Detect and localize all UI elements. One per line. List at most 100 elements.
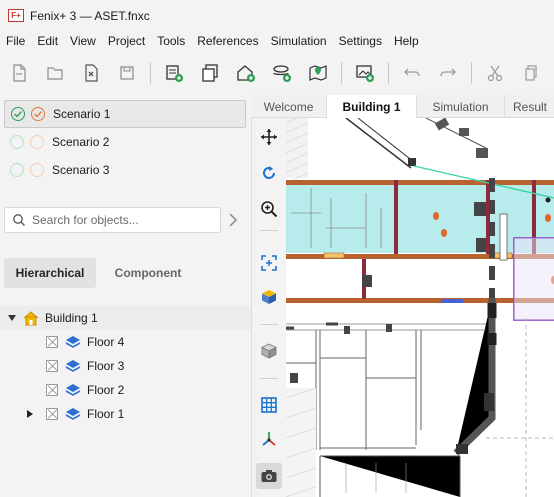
zoom-button[interactable] [256, 196, 282, 222]
visibility-checkbox[interactable] [46, 360, 58, 372]
move-icon [261, 129, 277, 145]
chevron-right-icon[interactable] [25, 409, 35, 419]
app-logo: F+ [8, 9, 24, 22]
undo-icon [404, 68, 420, 77]
cut-icon [487, 65, 503, 82]
search-icon [13, 214, 25, 226]
tree-item-floor[interactable]: Floor 1 [0, 402, 251, 426]
circle-icon [10, 135, 24, 149]
tab-building-1[interactable]: Building 1 [327, 95, 417, 119]
copy-button[interactable] [518, 60, 544, 86]
chevron-right-icon[interactable] [227, 212, 239, 228]
add-image-icon [356, 65, 374, 82]
toolbar-separator [150, 62, 151, 84]
menu-references[interactable]: References [191, 34, 264, 48]
toolbar-separator [341, 62, 342, 84]
scenario-label: Scenario 3 [52, 163, 110, 177]
box-color-button[interactable] [256, 284, 282, 310]
tree-item-floor[interactable]: Floor 2 [0, 378, 251, 402]
save-button[interactable] [114, 60, 140, 86]
circle-icon [30, 163, 44, 177]
toolstrip-separator [260, 378, 278, 379]
toolstrip-separator [260, 230, 278, 231]
tree-label-floor: Floor 4 [87, 335, 125, 349]
scenario-item-3[interactable]: Scenario 3 [4, 156, 246, 184]
rotate-icon [263, 166, 275, 179]
add-building-button[interactable] [161, 60, 187, 86]
add-image-button[interactable] [352, 60, 378, 86]
tree-item-floor[interactable]: Floor 4 [0, 330, 251, 354]
axes-button[interactable] [256, 426, 282, 452]
camera-button[interactable] [256, 463, 282, 489]
rotate-button[interactable] [256, 160, 282, 186]
tab-simulation[interactable]: Simulation [417, 95, 505, 118]
map-pin-button[interactable] [305, 60, 331, 86]
close-file-button[interactable] [78, 60, 104, 86]
layers-icon [65, 408, 81, 420]
axes-icon [262, 432, 276, 446]
save-icon [120, 66, 134, 80]
tree-item-floor[interactable]: Floor 3 [0, 354, 251, 378]
menu-project[interactable]: Project [102, 34, 151, 48]
tab-hierarchical[interactable]: Hierarchical [4, 258, 96, 288]
scenario-item-1[interactable]: Scenario 1 [4, 100, 246, 128]
menu-simulation[interactable]: Simulation [265, 34, 333, 48]
floor-plan-canvas[interactable] [286, 118, 554, 497]
box-gray-button[interactable] [256, 338, 282, 364]
check-circle-icon [31, 107, 45, 121]
new-file-button[interactable] [6, 60, 32, 86]
tab-component[interactable]: Component [102, 258, 194, 288]
view-toolstrip [251, 118, 286, 497]
menu-edit[interactable]: Edit [31, 34, 64, 48]
visibility-checkbox[interactable] [46, 384, 58, 396]
menu-tools[interactable]: Tools [151, 34, 191, 48]
menu-bar: File Edit View Project Tools References … [0, 31, 554, 51]
layers-icon [65, 336, 81, 348]
copy-icon [525, 65, 537, 81]
fit-view-button[interactable] [256, 250, 282, 276]
search-input[interactable] [32, 213, 212, 227]
chevron-down-icon[interactable] [7, 313, 17, 323]
tree-label-floor: Floor 3 [87, 359, 125, 373]
window-title: Fenix+ 3 — ASET.fnxc [30, 8, 150, 23]
close-file-icon [85, 64, 98, 82]
check-circle-icon [11, 107, 25, 121]
open-file-button[interactable] [42, 60, 68, 86]
scenario-label: Scenario 1 [53, 107, 111, 121]
redo-icon [440, 68, 456, 77]
left-panel: Scenario 1 Scenario 2 Scenario 3 Hierarc… [0, 95, 251, 497]
visibility-checkbox[interactable] [46, 408, 58, 420]
tab-welcome[interactable]: Welcome [251, 95, 327, 118]
object-tree: Building 1 Floor 4 Floor 3 Floor 2 Floor… [0, 306, 251, 426]
add-layer-button[interactable] [269, 60, 295, 86]
copy-floors-icon [202, 64, 218, 82]
circle-icon [30, 135, 44, 149]
home-icon [23, 311, 39, 326]
layers-icon [65, 360, 81, 372]
visibility-checkbox[interactable] [46, 336, 58, 348]
cut-button[interactable] [482, 60, 508, 86]
grid-button[interactable] [256, 392, 282, 418]
menu-file[interactable]: File [0, 34, 31, 48]
menu-settings[interactable]: Settings [333, 34, 388, 48]
scenario-item-2[interactable]: Scenario 2 [4, 128, 246, 156]
add-home-icon [237, 65, 255, 82]
scenario-label: Scenario 2 [52, 135, 110, 149]
floor-plan-drawing [286, 118, 554, 497]
copy-floors-button[interactable] [197, 60, 223, 86]
new-file-icon [13, 64, 26, 82]
add-home-button[interactable] [233, 60, 259, 86]
redo-button[interactable] [435, 60, 461, 86]
layers-icon [65, 384, 81, 396]
menu-view[interactable]: View [64, 34, 102, 48]
tab-result[interactable]: Result [505, 95, 554, 118]
tree-label-building: Building 1 [45, 311, 98, 325]
map-pin-icon [309, 65, 327, 81]
circle-icon [10, 163, 24, 177]
undo-button[interactable] [399, 60, 425, 86]
open-folder-icon [47, 67, 63, 80]
add-layer-icon [273, 65, 291, 82]
move-button[interactable] [256, 124, 282, 150]
tree-item-building[interactable]: Building 1 [0, 306, 251, 330]
menu-help[interactable]: Help [388, 34, 425, 48]
